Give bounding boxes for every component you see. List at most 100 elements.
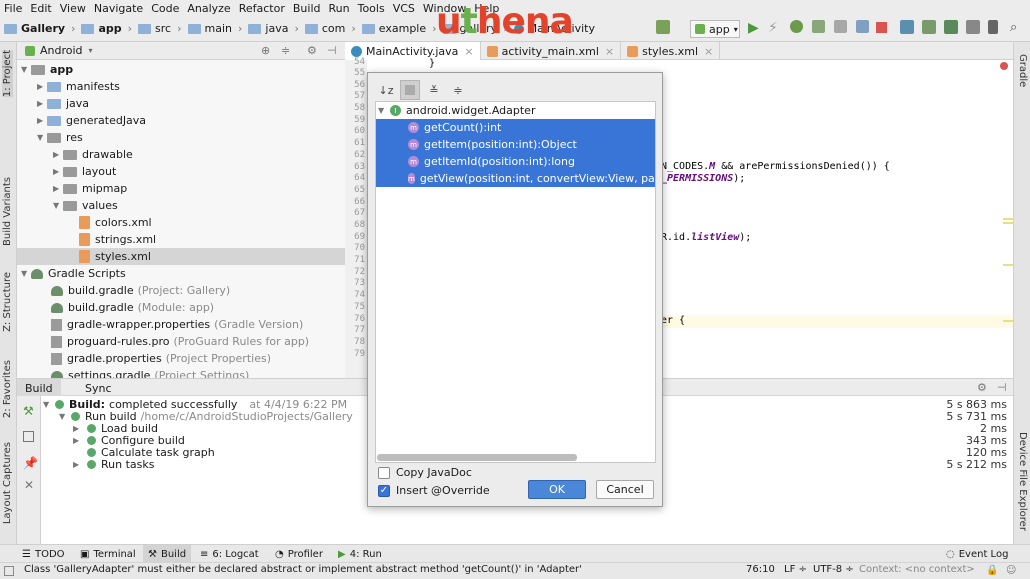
locate-icon[interactable]: ⊕	[261, 44, 270, 57]
sdk-manager-icon[interactable]	[944, 20, 958, 37]
menu-edit[interactable]: Edit	[30, 2, 51, 15]
caret-position[interactable]: 76:10	[746, 564, 775, 575]
tree-item-proguard-rules[interactable]: proguard-rules.pro (ProGuard Rules for ap…	[51, 333, 309, 350]
breadcrumb-main[interactable]: main ›	[187, 22, 242, 35]
tool-profiler[interactable]: ◔ Profiler	[275, 545, 323, 563]
breadcrumb-src[interactable]: src ›	[138, 22, 182, 35]
method-item[interactable]: m getItem(position:int):Object	[376, 136, 655, 153]
tree-item-strings-xml[interactable]: strings.xml	[79, 231, 156, 248]
show-classes-icon[interactable]	[400, 80, 420, 100]
menu-build[interactable]: Build	[293, 2, 321, 15]
build-row-run-tasks[interactable]: ▶ Run tasks	[73, 458, 154, 471]
tab-mainactivity-java[interactable]: MainActivity.java ×	[345, 42, 481, 60]
horizontal-scrollbar[interactable]	[377, 454, 577, 461]
gradle-tab[interactable]: Gradle	[1017, 54, 1028, 87]
sort-alpha-icon[interactable]: ↓z	[376, 80, 396, 100]
toggle-view-icon[interactable]	[23, 431, 34, 442]
tree-item-colors-xml[interactable]: colors.xml	[79, 214, 152, 231]
tab-sync[interactable]: Sync	[77, 379, 120, 397]
device-icon[interactable]	[988, 20, 998, 37]
tool-build[interactable]: ⚒ Build	[143, 545, 192, 563]
tab-styles-xml[interactable]: styles.xml ×	[621, 42, 721, 60]
profile-icon[interactable]	[834, 20, 847, 36]
toggle-tool-windows-icon[interactable]	[4, 566, 14, 576]
menu-analyze[interactable]: Analyze	[187, 2, 230, 15]
build-variants-tab[interactable]: Build Variants	[2, 177, 13, 246]
tree-item-generatedjava[interactable]: ▶ generatedJava	[37, 112, 146, 129]
expand-all-icon[interactable]: ≚	[424, 80, 444, 100]
class-node[interactable]: ▼ Iandroid.widget.Adapter	[376, 102, 655, 119]
apply-changes-icon[interactable]: ⚡	[768, 20, 778, 36]
tree-item-app[interactable]: ▼ app	[21, 61, 73, 78]
breadcrumb-gallery[interactable]: Gallery ›	[4, 22, 75, 35]
menu-view[interactable]: View	[60, 2, 86, 15]
tree-item-gradle-properties[interactable]: gradle.properties (Project Properties)	[51, 350, 271, 367]
close-icon[interactable]: ×	[704, 45, 713, 58]
menu-vcs[interactable]: VCS	[393, 2, 415, 15]
project-tab[interactable]: 1: Project	[2, 50, 13, 98]
avd-manager-icon[interactable]	[922, 20, 936, 37]
device-file-explorer-tab[interactable]: Device File Explorer	[1017, 432, 1028, 531]
tree-item-java[interactable]: ▶ java	[37, 95, 89, 112]
project-view-selector[interactable]: Android	[40, 44, 83, 57]
status-message[interactable]: Class 'GalleryAdapter' must either be de…	[24, 564, 582, 575]
hide-icon[interactable]: ⊣	[327, 44, 337, 57]
sync-gradle-icon[interactable]	[900, 20, 914, 37]
warning-marker[interactable]	[1003, 218, 1013, 220]
breadcrumb-java[interactable]: java ›	[248, 22, 299, 35]
insert-override-checkbox[interactable]: ✓ Insert @Override	[378, 484, 490, 497]
coverage-icon[interactable]	[812, 20, 825, 36]
close-icon[interactable]: ✕	[24, 478, 34, 492]
method-item[interactable]: m getItemId(position:int):long	[376, 153, 655, 170]
copy-javadoc-checkbox[interactable]: Copy JavaDoc	[378, 466, 472, 479]
close-icon[interactable]: ×	[605, 45, 614, 58]
hammer-icon[interactable]: ⚒	[23, 404, 34, 418]
layout-inspector-icon[interactable]	[966, 20, 980, 37]
favorites-tab[interactable]: 2: Favorites	[2, 360, 13, 418]
hide-icon[interactable]: ⊣	[997, 381, 1007, 394]
menu-tools[interactable]: Tools	[358, 2, 385, 15]
tree-item-build-gradle-project[interactable]: build.gradle (Project: Gallery)	[51, 282, 230, 299]
inspector-icon[interactable]: ☺	[1006, 565, 1016, 576]
menu-run[interactable]: Run	[329, 2, 350, 15]
tab-build[interactable]: Build	[17, 379, 61, 397]
collapse-all-icon[interactable]: ≑	[281, 44, 290, 57]
tool-event-log[interactable]: ◌ Event Log	[946, 545, 1008, 563]
tree-item-res[interactable]: ▼ res	[37, 129, 83, 146]
warning-marker[interactable]	[1003, 222, 1013, 224]
layout-captures-tab[interactable]: Layout Captures	[2, 442, 13, 524]
file-encoding[interactable]: UTF-8 ÷	[813, 564, 854, 575]
breadcrumb-example[interactable]: example ›	[361, 22, 437, 35]
search-icon[interactable]: ⌕	[1010, 20, 1017, 35]
tool-todo[interactable]: ☰ TODO	[22, 545, 65, 563]
collapse-all-icon[interactable]: ≑	[448, 80, 468, 100]
tree-item-gradle-scripts[interactable]: ▼ Gradle Scripts	[21, 265, 126, 282]
menu-file[interactable]: File	[4, 2, 22, 15]
run-config-select[interactable]: app ▾	[690, 20, 740, 38]
tab-activity-main-xml[interactable]: activity_main.xml ×	[481, 42, 622, 60]
run-icon[interactable]: ▶	[748, 20, 759, 36]
error-indicator-icon[interactable]	[1000, 62, 1008, 70]
method-item[interactable]: m getCount():int	[376, 119, 655, 136]
breadcrumb-app[interactable]: app ›	[81, 22, 132, 35]
lock-icon[interactable]: 🔒	[986, 565, 998, 576]
chevron-down-icon[interactable]: ▾	[89, 46, 93, 55]
menu-refactor[interactable]: Refactor	[239, 2, 285, 15]
warning-marker[interactable]	[1003, 264, 1013, 266]
structure-tab[interactable]: Z: Structure	[2, 272, 13, 332]
tree-item-layout[interactable]: ▶ layout	[53, 163, 116, 180]
warning-marker[interactable]	[1003, 320, 1013, 322]
stop-icon[interactable]	[876, 22, 887, 33]
gear-icon[interactable]: ⚙	[307, 44, 317, 57]
tree-item-drawable[interactable]: ▶ drawable	[53, 146, 133, 163]
menu-code[interactable]: Code	[151, 2, 179, 15]
tree-item-manifests[interactable]: ▶ manifests	[37, 78, 120, 95]
gear-icon[interactable]: ⚙	[977, 381, 987, 394]
tree-item-values[interactable]: ▼ values	[53, 197, 118, 214]
close-icon[interactable]: ×	[464, 45, 473, 58]
cancel-button[interactable]: Cancel	[596, 480, 654, 499]
attach-debugger-icon[interactable]	[856, 20, 869, 36]
line-separator[interactable]: LF ÷	[784, 564, 807, 575]
debug-icon[interactable]	[790, 20, 803, 36]
method-item[interactable]: m getView(position:int, convertView:View,…	[376, 170, 655, 187]
